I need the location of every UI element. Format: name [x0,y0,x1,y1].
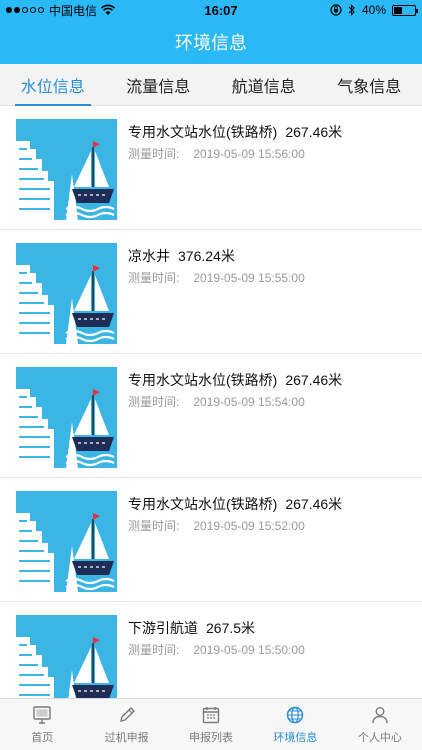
header-bar: 环境信息 [0,20,422,64]
tabbar-label: 首页 [31,732,54,744]
list-item[interactable]: 专用水文站水位(铁路桥) 267.46米 测量时间: 2019-05-09 15:5… [0,478,422,602]
measure-time-value: 2019-05-09 15:52:00 [193,519,305,533]
battery-icon [392,4,418,16]
measure-time-value: 2019-05-09 15:56:00 [193,147,305,161]
list-item[interactable]: 凉水井 376.24米 测量时间: 2019-05-09 15:55:00 [0,230,422,354]
water-level-value: 267.46米 [285,372,343,388]
battery-fill [394,6,402,14]
station-title: 专用水文站水位(铁路桥) 267.46米 [128,494,342,514]
measure-time-value: 2019-05-09 15:55:00 [193,271,305,285]
tabbar-item-home[interactable]: 首页 [0,699,84,750]
globe-icon [287,706,304,724]
category-tabs: 水位信息 流量信息 航道信息 气象信息 [0,64,422,106]
tab-channel[interactable]: 航道信息 [211,64,317,105]
bottom-tab-bar: 首页 过机申报 申报列表 环境信息 个人中心 [0,698,422,750]
signal-dot [6,7,12,13]
status-bar: 中国电信 16:07 40% [0,0,422,20]
measure-time-label: 测量时间: [128,147,180,161]
water-level-value: 267.46米 [285,496,343,512]
measure-time-label: 测量时间: [128,643,180,657]
water-gauge-thumbnail-icon [16,491,117,592]
measure-time-row: 测量时间: 2019-05-09 15:50:00 [128,641,305,658]
measure-time-row: 测量时间: 2019-05-09 15:55:00 [128,269,305,286]
measure-time-label: 测量时间: [128,271,180,285]
tab-water-level[interactable]: 水位信息 [0,64,106,106]
signal-dot [14,7,20,13]
water-gauge-thumbnail-icon [16,367,117,468]
water-level-value: 376.24米 [178,248,235,264]
measure-time-label: 测量时间: [128,519,180,533]
tabbar-label: 过机申报 [104,732,149,744]
tabbar-item-environment[interactable]: 环境信息 [253,699,337,750]
water-level-list: 专用水文站水位(铁路桥) 267.46米 测量时间: 2019-05-09 15:5… [0,106,422,698]
water-gauge-thumbnail-icon [16,615,117,698]
station-name: 凉水井 [128,248,170,264]
signal-dot [30,7,36,13]
water-gauge-thumbnail-icon [16,243,117,344]
carrier-name: 中国电信 [49,3,98,18]
signal-dot [22,7,28,13]
status-bar-left: 中国电信 [6,2,156,19]
monitor-icon [33,706,51,724]
list-item[interactable]: 下游引航道 267.5米 测量时间: 2019-05-09 15:50:00 [0,602,422,698]
app-screen: 中国电信 16:07 40% 环境信息 水位信息 流量信息 航道信息 气象信息 … [0,0,422,750]
station-name: 下游引航道 [128,620,198,636]
water-gauge-thumbnail-icon [16,119,117,220]
station-title: 专用水文站水位(铁路桥) 267.46米 [128,370,342,390]
station-title: 凉水井 376.24米 [128,246,235,266]
status-bar-right: 40% [266,3,418,17]
orientation-lock-icon [330,4,342,16]
wifi-icon [100,4,116,15]
measure-time-row: 测量时间: 2019-05-09 15:52:00 [128,517,305,534]
pencil-icon [119,707,135,722]
station-name: 专用水文站水位(铁路桥) [128,124,278,140]
tab-flow[interactable]: 流量信息 [106,64,212,105]
list-item[interactable]: 专用水文站水位(铁路桥) 267.46米 测量时间: 2019-05-09 15:5… [0,354,422,478]
tabbar-label: 申报列表 [189,732,234,744]
station-title: 专用水文站水位(铁路桥) 267.46米 [128,122,342,142]
clock: 16:07 [204,2,238,18]
bluetooth-icon [348,4,355,16]
battery-percent: 40% [361,3,386,17]
list-item[interactable]: 专用水文站水位(铁路桥) 267.46米 测量时间: 2019-05-09 15:5… [0,106,422,230]
tabbar-item-declare-list[interactable]: 申报列表 [169,699,253,750]
measure-time-row: 测量时间: 2019-05-09 15:56:00 [128,145,305,162]
station-name: 专用水文站水位(铁路桥) [128,372,278,388]
measure-time-label: 测量时间: [128,395,180,409]
tabbar-item-profile[interactable]: 个人中心 [338,699,422,750]
tabbar-label: 环境信息 [273,732,318,744]
station-name: 专用水文站水位(铁路桥) [128,496,278,512]
measure-time-row: 测量时间: 2019-05-09 15:54:00 [128,393,305,410]
measure-time-value: 2019-05-09 15:50:00 [193,643,305,657]
signal-dot [38,7,44,13]
measure-time-value: 2019-05-09 15:54:00 [193,395,305,409]
calendar-icon [202,707,220,724]
tabbar-item-declare[interactable]: 过机申报 [84,699,168,750]
person-icon [372,707,388,724]
water-level-value: 267.5米 [206,620,256,636]
tabbar-label: 个人中心 [357,732,402,744]
station-title: 下游引航道 267.5米 [128,618,255,638]
signal-strength-icon [6,7,44,13]
page-title: 环境信息 [175,33,247,53]
water-level-value: 267.46米 [285,124,343,140]
tab-weather[interactable]: 气象信息 [317,64,422,105]
